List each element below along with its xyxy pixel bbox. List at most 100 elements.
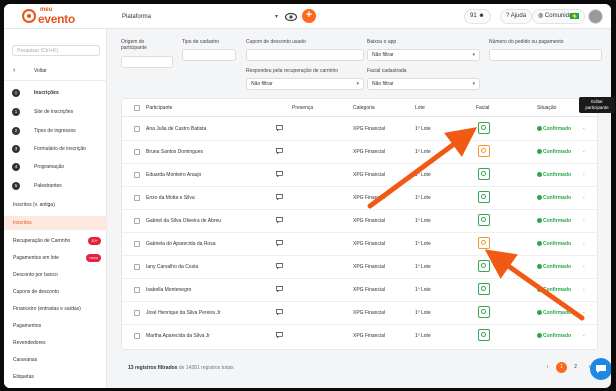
- page-2-button[interactable]: 2: [570, 362, 581, 373]
- col-lote[interactable]: Lote: [415, 105, 425, 111]
- table-row[interactable]: Iany Carvalho da Costa XPG Financial 1º …: [122, 256, 599, 279]
- col-facial[interactable]: Facial: [476, 105, 489, 111]
- sidebar-step-4[interactable]: 4 Programação: [4, 160, 107, 174]
- add-button[interactable]: +: [302, 9, 316, 23]
- participant-name[interactable]: Isabella Montenegro: [146, 287, 191, 293]
- avatar[interactable]: [588, 9, 603, 24]
- chat-icon[interactable]: [276, 309, 283, 315]
- participant-name[interactable]: José Henrique da Silva Pereira Jr: [146, 310, 220, 316]
- respondeu-select[interactable]: Não filtrar ▾: [246, 78, 364, 90]
- col-situacao[interactable]: Situação: [537, 105, 556, 111]
- select-all-checkbox[interactable]: [134, 105, 140, 111]
- sidebar-item-inscritos[interactable]: Inscritos: [4, 216, 107, 230]
- tipo-filter-input[interactable]: [182, 49, 236, 61]
- sidebar-search-input[interactable]: Pesquisar (Ctrl+K): [12, 45, 100, 56]
- sidebar-step-2[interactable]: 2 Tipos de ingressos: [4, 124, 107, 138]
- help-button[interactable]: ? Ajuda: [500, 9, 533, 24]
- prev-page-button[interactable]: ‹: [542, 362, 553, 373]
- brazil-flag-icon[interactable]: [570, 13, 579, 19]
- participant-name[interactable]: Martha Aparecida da Silva Jr: [146, 333, 210, 339]
- face-id-icon[interactable]: [478, 283, 490, 295]
- sidebar-item-inscritos-antiga[interactable]: Inscritos (v. antiga): [4, 198, 107, 212]
- row-checkbox[interactable]: [134, 149, 140, 155]
- row-checkbox[interactable]: [134, 126, 140, 132]
- filter-label-respondeu: Respondeu pela recuperação de carrinho: [246, 68, 339, 74]
- participant-name[interactable]: Gabriel da Silva Oliveira de Abreu: [146, 218, 221, 224]
- sidebar-item-financeiro[interactable]: Financeiro (entradas e saídas): [4, 302, 107, 316]
- baixou-app-select[interactable]: Não filtrar ▾: [367, 49, 480, 61]
- sidebar-item-pagamentos[interactable]: Pagamentos: [4, 319, 107, 333]
- pedido-filter-input[interactable]: [489, 49, 602, 61]
- chat-fab-icon[interactable]: [590, 358, 611, 380]
- sidebar-item-etiquetas[interactable]: Etiquetas: [4, 370, 107, 384]
- row-checkbox[interactable]: [134, 310, 140, 316]
- table-row[interactable]: Bruna Santos Domingues XPG Financial 1º …: [122, 141, 599, 164]
- face-id-icon[interactable]: [478, 214, 490, 226]
- col-presenca[interactable]: Presença: [292, 105, 313, 111]
- platform-select[interactable]: Plataforma ▾: [118, 10, 280, 24]
- row-checkbox[interactable]: [134, 287, 140, 293]
- row-checkbox[interactable]: [134, 172, 140, 178]
- chat-icon[interactable]: [276, 240, 283, 246]
- chat-icon[interactable]: [276, 148, 283, 154]
- sidebar-step-3[interactable]: 3 Formulário de inscrição: [4, 142, 107, 156]
- table-row[interactable]: Martha Aparecida da Silva Jr XPG Financi…: [122, 325, 599, 348]
- face-id-icon[interactable]: [478, 191, 490, 203]
- sidebar-item-pagamentos-lote[interactable]: Pagamentos em lote novo: [4, 251, 107, 265]
- participant-name[interactable]: Enzo da Motta e Silva: [146, 195, 195, 201]
- table-row[interactable]: Gabriel da Silva Oliveira de Abreu XPG F…: [122, 210, 599, 233]
- chat-icon[interactable]: [276, 194, 283, 200]
- chat-icon[interactable]: [276, 286, 283, 292]
- globe-icon: ◍: [538, 13, 544, 19]
- chat-icon[interactable]: [276, 171, 283, 177]
- table-row[interactable]: Gabriela do Aparecida da Rosa XPG Financ…: [122, 233, 599, 256]
- sidebar-item-recuperacao[interactable]: Recuperação de Carrinho 10+: [4, 234, 107, 248]
- participant-name[interactable]: Iany Carvalho da Costa: [146, 264, 198, 270]
- face-id-icon[interactable]: [478, 237, 490, 249]
- participant-name[interactable]: Bruna Santos Domingues: [146, 149, 203, 155]
- row-checkbox[interactable]: [134, 333, 140, 339]
- sidebar-item-label: Revendedores: [13, 340, 46, 346]
- face-id-icon[interactable]: [478, 122, 490, 134]
- origem-filter-input[interactable]: [121, 56, 173, 68]
- sidebar-item-cupons[interactable]: Cupons de desconto: [4, 285, 107, 299]
- col-categoria[interactable]: Categoria: [353, 105, 375, 111]
- sidebar-item-caravanas[interactable]: Caravanas: [4, 353, 107, 367]
- sidebar-section-inscricoes[interactable]: ≡ Inscrições: [4, 86, 107, 100]
- table-row[interactable]: José Henrique da Silva Pereira Jr XPG Fi…: [122, 302, 599, 325]
- face-id-icon[interactable]: [478, 329, 490, 341]
- participant-name[interactable]: Ana Julia de Castro Batista: [146, 126, 206, 132]
- sidebar-item-desconto-banco[interactable]: Desconto por banco: [4, 268, 107, 282]
- face-id-icon[interactable]: [478, 260, 490, 272]
- face-id-icon[interactable]: [478, 145, 490, 157]
- sidebar-step-1[interactable]: 1 Site de inscrições: [4, 105, 107, 119]
- page-1-button[interactable]: 1: [556, 362, 567, 373]
- table-row[interactable]: Enzo da Motta e Silva XPG Financial 1º L…: [122, 187, 599, 210]
- face-id-icon[interactable]: [478, 306, 490, 318]
- face-id-icon[interactable]: [478, 168, 490, 180]
- col-participante[interactable]: Participante: [146, 105, 172, 111]
- row-checkbox[interactable]: [134, 241, 140, 247]
- cupom-filter-input[interactable]: [246, 49, 364, 61]
- table-row[interactable]: Isabella Montenegro XPG Financial 1º Lot…: [122, 279, 599, 302]
- chat-icon[interactable]: [276, 125, 283, 131]
- facial-select[interactable]: Não filtrar ▾: [367, 78, 480, 90]
- sidebar-step-5[interactable]: 5 Palestrantes: [4, 179, 107, 193]
- row-checkbox[interactable]: [134, 264, 140, 270]
- sidebar-item-label: Site de inscrições: [34, 109, 74, 115]
- table-row[interactable]: Eduarda Monteiro Araujo XPG Financial 1º…: [122, 164, 599, 187]
- participant-name[interactable]: Gabriela do Aparecida da Rosa: [146, 241, 216, 247]
- eye-icon[interactable]: [284, 10, 298, 24]
- team-count-button[interactable]: 91 ☻: [464, 9, 491, 24]
- category: XPG Financial: [353, 333, 385, 339]
- row-checkbox[interactable]: [134, 218, 140, 224]
- back-link[interactable]: ‹ Voltar: [4, 64, 107, 78]
- chat-icon[interactable]: [276, 263, 283, 269]
- logo[interactable]: meu evento: [18, 7, 102, 27]
- row-checkbox[interactable]: [134, 195, 140, 201]
- chat-icon[interactable]: [276, 217, 283, 223]
- sidebar-item-revendedores[interactable]: Revendedores: [4, 336, 107, 350]
- table-row[interactable]: Ana Julia de Castro Batista XPG Financia…: [122, 118, 599, 141]
- participant-name[interactable]: Eduarda Monteiro Araujo: [146, 172, 201, 178]
- chat-icon[interactable]: [276, 332, 283, 338]
